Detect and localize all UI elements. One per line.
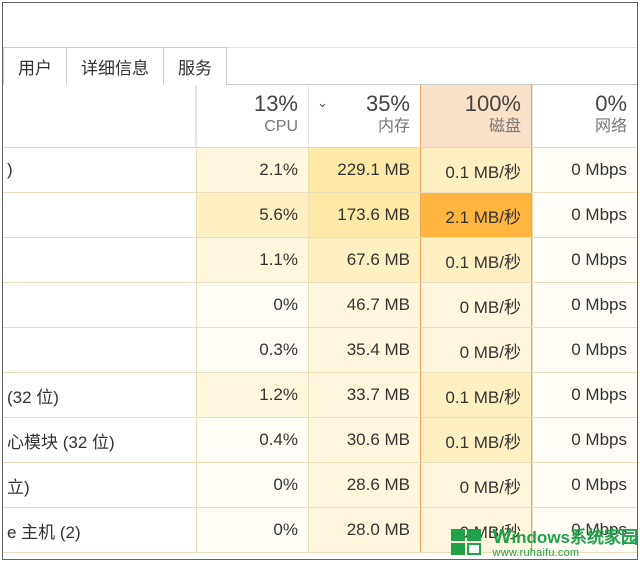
disk-cell: 0 MB/秒 [420,283,532,327]
network-cell: 0 Mbps [532,148,637,192]
disk-cell: 0 MB/秒 [420,463,532,507]
table-row[interactable]: 0.3%35.4 MB0 MB/秒0 Mbps [3,328,637,373]
watermark-title: indows系统家园 [511,528,638,547]
memory-label: 内存 [313,117,410,136]
memory-cell: 46.7 MB [308,283,420,327]
column-header-disk[interactable]: 100% 磁盘 [420,85,532,147]
cpu-cell: 0% [196,508,308,552]
memory-cell: 229.1 MB [308,148,420,192]
memory-cell: 30.6 MB [308,418,420,462]
process-name: e 主机 (2) [3,508,196,552]
column-header-network[interactable]: 0% 网络 [532,85,637,147]
cpu-usage-percent: 13% [201,91,298,117]
network-cell: 0 Mbps [532,283,637,327]
process-name: ) [3,148,196,192]
tab-details[interactable]: 详细信息 [66,47,164,85]
network-usage-percent: 0% [537,91,627,117]
table-row[interactable]: )2.1%229.1 MB0.1 MB/秒0 Mbps [3,148,637,193]
menu-bar-area [3,3,637,48]
disk-cell: 0.1 MB/秒 [420,148,532,192]
watermark-w: W [493,526,512,548]
memory-cell: 67.6 MB [308,238,420,282]
memory-cell: 28.0 MB [308,508,420,552]
disk-cell: 0.1 MB/秒 [420,373,532,417]
tab-strip: 用户 详细信息 服务 [3,48,637,85]
cpu-cell: 5.6% [196,193,308,237]
memory-cell: 33.7 MB [308,373,420,417]
table-row[interactable]: 心模块 (32 位)0.4%30.6 MB0.1 MB/秒0 Mbps [3,418,637,463]
network-cell: 0 Mbps [532,238,637,282]
network-cell: 0 Mbps [532,193,637,237]
tab-users[interactable]: 用户 [3,47,67,85]
table-row[interactable]: 1.1%67.6 MB0.1 MB/秒0 Mbps [3,238,637,283]
network-cell: 0 Mbps [532,463,637,507]
disk-cell: 0.1 MB/秒 [420,418,532,462]
memory-cell: 173.6 MB [308,193,420,237]
table-row[interactable]: (32 位)1.2%33.7 MB0.1 MB/秒0 Mbps [3,373,637,418]
disk-cell: 0 MB/秒 [420,328,532,372]
window-frame: 用户 详细信息 服务 13% CPU ⌄ 35% 内存 100% 磁盘 0% 网… [2,2,638,560]
watermark-url: www.ruhaifu.com [493,548,638,560]
cpu-cell: 0% [196,463,308,507]
memory-cell: 35.4 MB [308,328,420,372]
windows-logo-icon [451,529,487,557]
chevron-down-icon: ⌄ [317,95,328,111]
network-label: 网络 [537,117,627,136]
process-name [3,193,196,237]
process-name: 心模块 (32 位) [3,418,196,462]
table-row[interactable]: 立)0%28.6 MB0 MB/秒0 Mbps [3,463,637,508]
disk-usage-percent: 100% [425,91,521,117]
cpu-cell: 2.1% [196,148,308,192]
column-header-cpu[interactable]: 13% CPU [196,85,308,147]
process-name: (32 位) [3,373,196,417]
cpu-label: CPU [201,117,298,136]
watermark-text: Windows系统家园 www.ruhaifu.com [493,527,638,560]
process-name [3,238,196,282]
cpu-cell: 0.4% [196,418,308,462]
cpu-cell: 0% [196,283,308,327]
network-cell: 0 Mbps [532,418,637,462]
process-name [3,328,196,372]
disk-cell: 2.1 MB/秒 [420,193,532,237]
cpu-cell: 0.3% [196,328,308,372]
network-cell: 0 Mbps [532,373,637,417]
tab-services[interactable]: 服务 [163,47,227,85]
disk-label: 磁盘 [425,117,521,136]
process-name: 立) [3,463,196,507]
process-rows: )2.1%229.1 MB0.1 MB/秒0 Mbps5.6%173.6 MB2… [3,148,637,553]
column-header-memory[interactable]: ⌄ 35% 内存 [308,85,420,147]
cpu-cell: 1.1% [196,238,308,282]
table-row[interactable]: 5.6%173.6 MB2.1 MB/秒0 Mbps [3,193,637,238]
cpu-cell: 1.2% [196,373,308,417]
table-row[interactable]: 0%46.7 MB0 MB/秒0 Mbps [3,283,637,328]
disk-cell: 0.1 MB/秒 [420,238,532,282]
column-headers: 13% CPU ⌄ 35% 内存 100% 磁盘 0% 网络 [3,85,637,148]
column-header-name[interactable] [3,85,196,147]
memory-cell: 28.6 MB [308,463,420,507]
process-table: 13% CPU ⌄ 35% 内存 100% 磁盘 0% 网络 )2.1%229.… [3,85,637,553]
watermark: Windows系统家园 www.ruhaifu.com [451,526,638,560]
network-cell: 0 Mbps [532,328,637,372]
process-name [3,283,196,327]
